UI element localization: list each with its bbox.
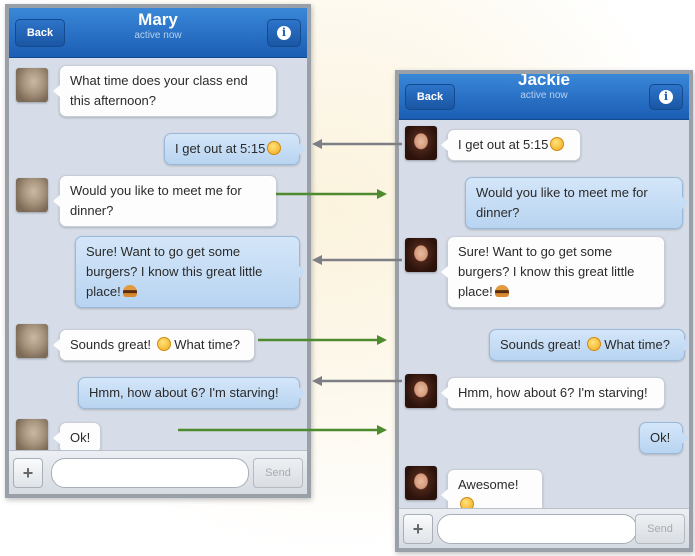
mary-avatar	[16, 68, 48, 102]
grin-icon	[156, 337, 171, 351]
plus-icon[interactable]: +	[403, 514, 433, 544]
message-input[interactable]	[51, 458, 249, 488]
right-phone-screen: Back Jackie active now i I get out at 5:…	[395, 70, 693, 552]
mary-avatar	[16, 178, 48, 212]
mary-avatar	[16, 419, 48, 453]
message-bubble-sent: Would you like to meet me for dinner?	[465, 177, 689, 229]
message-text: I get out at 5:15	[458, 137, 549, 152]
message-text-after: What time?	[174, 337, 240, 352]
info-button[interactable]: i	[267, 19, 301, 47]
message-text: Sure! Want to go get some burgers? I kno…	[458, 244, 635, 299]
message-input-bar: + Send	[399, 508, 689, 548]
message-bubble-sent: Ok!	[639, 422, 689, 454]
message-bubble-received: Sure! Want to go get some burgers? I kno…	[441, 236, 665, 308]
left-phone-screen: Back Mary active now i What time does yo…	[5, 4, 311, 498]
message-text: I get out at 5:15	[175, 141, 266, 156]
message-bubble-received: Would you like to meet me for dinner?	[53, 175, 277, 227]
message-text: Would you like to meet me for dinner?	[476, 185, 648, 220]
message-bubble-sent: Hmm, how about 6? I'm starving!	[78, 377, 306, 409]
contact-name: Jackie	[518, 70, 570, 89]
message-input-bar: + Send	[9, 450, 307, 494]
message-bubble-received: Hmm, how about 6? I'm starving!	[441, 377, 665, 409]
message-bubble-received: I get out at 5:15	[441, 129, 581, 161]
info-button[interactable]: i	[649, 84, 683, 110]
contact-status: active now	[520, 90, 568, 101]
message-text: Awesome!	[458, 477, 519, 492]
smiley-icon	[267, 141, 282, 155]
message-text: What time does your class end this after…	[70, 73, 248, 108]
contact-name: Mary	[138, 10, 178, 29]
burger-icon	[494, 285, 509, 297]
message-text: Sure! Want to go get some burgers? I kno…	[86, 244, 263, 299]
message-text: Would you like to meet me for dinner?	[70, 183, 242, 218]
jackie-avatar	[405, 374, 437, 408]
jackie-avatar	[405, 126, 437, 160]
message-text: Ok!	[650, 430, 671, 445]
message-bubble-sent: Sure! Want to go get some burgers? I kno…	[75, 236, 306, 308]
message-text-after: What time?	[604, 337, 670, 352]
mary-avatar	[16, 324, 48, 358]
send-button[interactable]: Send	[253, 458, 303, 488]
nav-bar: Back Jackie active now i	[399, 74, 689, 120]
message-text: Sounds great!	[500, 337, 581, 352]
burger-icon	[122, 285, 137, 297]
info-icon: i	[659, 90, 673, 104]
message-bubble-received: Sounds great! What time?	[53, 329, 255, 361]
message-text: Hmm, how about 6? I'm starving!	[458, 385, 648, 400]
smiley-icon	[550, 137, 565, 151]
message-bubble-sent: Sounds great! What time?	[489, 329, 689, 361]
plus-icon[interactable]: +	[13, 458, 43, 488]
message-bubble-received: What time does your class end this after…	[53, 65, 277, 117]
send-button[interactable]: Send	[635, 514, 685, 544]
grin-icon	[586, 337, 601, 351]
message-text: Ok!	[70, 430, 91, 445]
jackie-avatar	[405, 466, 437, 500]
info-icon: i	[277, 26, 291, 40]
message-text: Hmm, how about 6? I'm starving!	[89, 385, 279, 400]
contact-status: active now	[134, 30, 182, 41]
message-bubble-sent: I get out at 5:15	[164, 133, 306, 165]
message-text: Sounds great!	[70, 337, 151, 352]
jackie-avatar	[405, 238, 437, 272]
message-input[interactable]	[437, 514, 637, 544]
nav-bar: Back Mary active now i	[9, 8, 307, 58]
